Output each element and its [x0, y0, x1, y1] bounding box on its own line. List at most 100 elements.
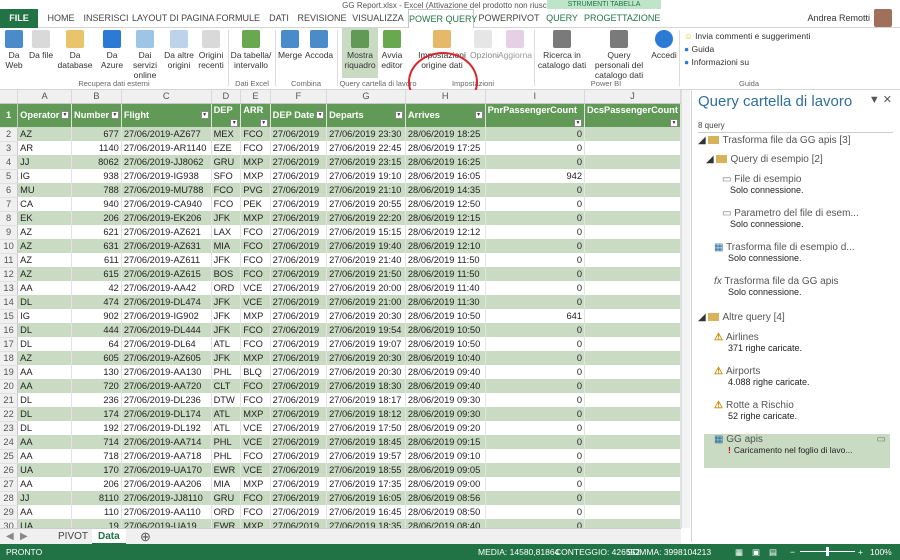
table-cell[interactable]: 28/06/2019 08:50 [405, 505, 486, 519]
peek-icon[interactable]: ▭ [877, 434, 886, 445]
launch-editor-button[interactable]: Avvia editor [378, 28, 406, 78]
row-number[interactable]: 19 [0, 365, 19, 380]
column-header[interactable]: F [270, 90, 328, 104]
table-cell[interactable]: 0 [485, 491, 586, 505]
table-cell[interactable]: 28/06/2019 12:12 [405, 225, 486, 239]
table-cell[interactable]: AR [17, 141, 72, 155]
table-cell[interactable]: 0 [485, 225, 586, 239]
table-cell[interactable]: 27/06/2019-MU788 [121, 183, 212, 197]
table-cell[interactable]: AA [17, 365, 72, 379]
table-cell[interactable]: 28/06/2019 18:25 [405, 127, 486, 141]
tab-query[interactable]: QUERY [544, 9, 580, 28]
row-number[interactable]: 24 [0, 435, 19, 450]
table-cell[interactable]: 27/06/2019 [270, 407, 328, 421]
zoom-out-icon[interactable]: − [790, 544, 795, 560]
table-cell[interactable]: AZ [17, 253, 72, 267]
select-all-corner[interactable] [0, 90, 19, 104]
table-cell[interactable]: 27/06/2019 17:50 [326, 421, 406, 435]
table-cell[interactable]: 27/06/2019 [270, 435, 328, 449]
row-number[interactable]: 8 [0, 211, 19, 226]
table-cell[interactable]: 0 [485, 197, 586, 211]
table-cell[interactable]: MXP [240, 351, 271, 365]
table-cell[interactable]: 27/06/2019-EK206 [121, 211, 212, 225]
table-cell[interactable] [584, 323, 681, 337]
table-cell[interactable]: 27/06/2019 [270, 323, 328, 337]
table-cell[interactable]: UA [17, 463, 72, 477]
tab-review[interactable]: REVISIONE [296, 9, 348, 28]
table-cell[interactable]: 27/06/2019 16:45 [326, 505, 406, 519]
table-cell[interactable]: 27/06/2019 21:00 [326, 295, 406, 309]
table-cell[interactable]: 0 [485, 421, 586, 435]
table-cell[interactable]: VCE [240, 295, 271, 309]
row-number[interactable]: 15 [0, 309, 19, 324]
table-cell[interactable]: MXP [240, 211, 271, 225]
table-cell[interactable]: 27/06/2019-AA42 [121, 281, 212, 295]
table-cell[interactable]: 27/06/2019 [270, 127, 328, 141]
collapse-icon[interactable]: ◢ [706, 154, 714, 165]
table-cell[interactable]: AA [17, 379, 72, 393]
table-cell[interactable]: 130 [71, 365, 122, 379]
from-table-button[interactable]: Da tabella/ intervallo [230, 28, 272, 78]
table-cell[interactable]: LAX [211, 225, 242, 239]
table-cell[interactable]: 27/06/2019 15:15 [326, 225, 406, 239]
table-cell[interactable]: FCO [240, 449, 271, 463]
table-cell[interactable]: 27/06/2019-DL174 [121, 407, 212, 421]
table-cell[interactable]: 28/06/2019 11:30 [405, 295, 486, 309]
table-cell[interactable]: VCE [240, 463, 271, 477]
table-cell[interactable]: 236 [71, 393, 122, 407]
table-cell[interactable]: 27/06/2019 19:07 [326, 337, 406, 351]
table-cell[interactable] [584, 477, 681, 491]
normal-view-icon[interactable]: ▦ [735, 544, 743, 560]
table-cell[interactable]: 788 [71, 183, 122, 197]
table-cell[interactable]: 621 [71, 225, 122, 239]
table-cell[interactable]: 19 [71, 519, 122, 528]
table-cell[interactable]: 64 [71, 337, 122, 351]
row-number[interactable]: 2 [0, 127, 19, 142]
table-cell[interactable]: 0 [485, 323, 586, 337]
from-azure-button[interactable]: Da Azure [96, 28, 128, 78]
table-cell[interactable]: 27/06/2019 20:55 [326, 197, 406, 211]
table-cell[interactable]: 27/06/2019-AZ611 [121, 253, 212, 267]
table-cell[interactable]: 0 [485, 127, 586, 141]
table-cell[interactable]: 0 [485, 435, 586, 449]
table-cell[interactable]: 27/06/2019 23:15 [326, 155, 406, 169]
column-header-cell[interactable]: Arrives ▼ [405, 103, 486, 127]
close-icon[interactable]: ✕ [883, 94, 892, 106]
table-cell[interactable]: 27/06/2019 18:55 [326, 463, 406, 477]
table-cell[interactable]: 27/06/2019 [270, 141, 328, 155]
table-cell[interactable]: MU [17, 183, 72, 197]
table-cell[interactable]: 27/06/2019 20:00 [326, 281, 406, 295]
table-cell[interactable]: AZ [17, 225, 72, 239]
table-cell[interactable]: PVG [240, 183, 271, 197]
table-cell[interactable]: MEX [211, 127, 242, 141]
tab-file[interactable]: FILE [0, 9, 38, 28]
table-cell[interactable]: 27/06/2019 18:30 [326, 379, 406, 393]
table-cell[interactable]: 27/06/2019 [270, 155, 328, 169]
table-cell[interactable]: 0 [485, 337, 586, 351]
table-cell[interactable]: 28/06/2019 11:40 [405, 281, 486, 295]
table-cell[interactable]: EWR [211, 463, 242, 477]
filter-dropdown-icon[interactable]: ▼ [474, 111, 483, 119]
table-cell[interactable]: 27/06/2019 16:05 [326, 491, 406, 505]
table-cell[interactable]: 0 [485, 351, 586, 365]
table-cell[interactable]: 27/06/2019 [270, 169, 328, 183]
table-cell[interactable] [584, 197, 681, 211]
table-cell[interactable]: EK [17, 211, 72, 225]
table-cell[interactable]: 28/06/2019 08:56 [405, 491, 486, 505]
column-header-cell[interactable]: DEP Date ▼ [270, 103, 328, 127]
show-pane-button[interactable]: Mostra riquadro [342, 28, 378, 78]
table-cell[interactable]: 27/06/2019-AZ677 [121, 127, 212, 141]
table-cell[interactable]: 27/06/2019 [270, 211, 328, 225]
table-cell[interactable]: 27/06/2019 [270, 463, 328, 477]
table-cell[interactable]: JFK [211, 351, 242, 365]
about-button[interactable]: ● Informazioni su [684, 56, 810, 69]
append-button[interactable]: Accoda [304, 28, 334, 78]
table-cell[interactable]: 27/06/2019 [270, 309, 328, 323]
table-cell[interactable]: 28/06/2019 09:10 [405, 449, 486, 463]
tab-powerpivot[interactable]: POWERPIVOT [478, 9, 540, 28]
tab-power-query[interactable]: POWER QUERY [408, 9, 477, 29]
table-cell[interactable]: FCO [240, 239, 271, 253]
table-cell[interactable]: MIA [211, 477, 242, 491]
table-cell[interactable]: 0 [485, 477, 586, 491]
column-header[interactable]: G [326, 90, 406, 104]
